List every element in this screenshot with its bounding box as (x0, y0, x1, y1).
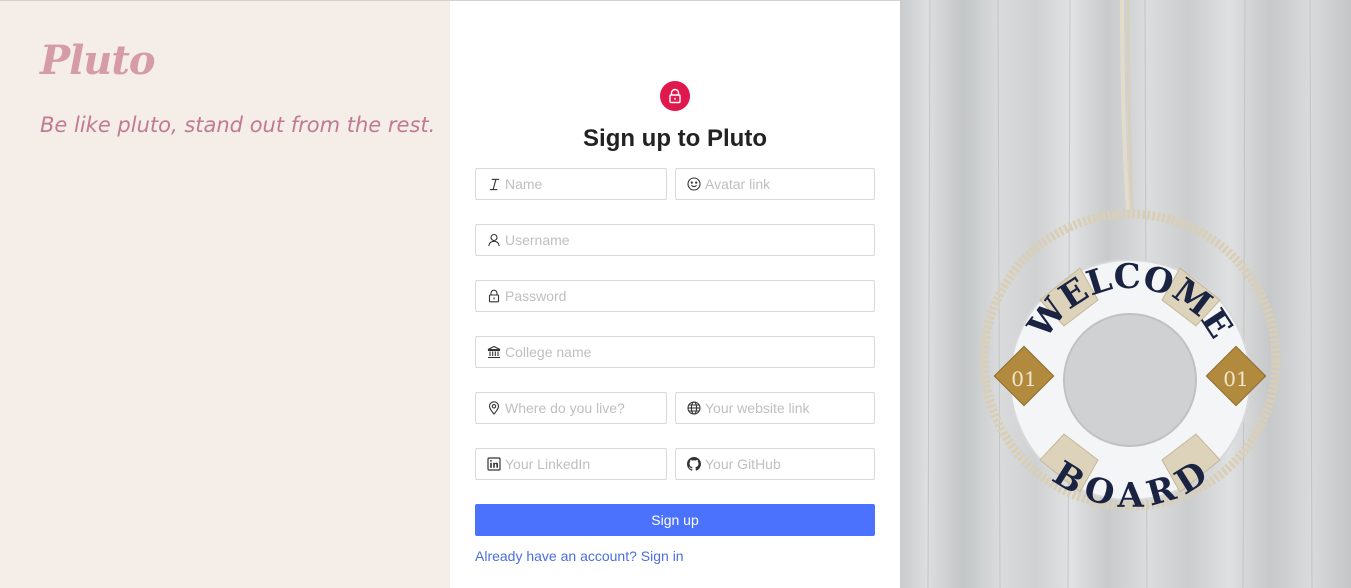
github-icon (687, 457, 701, 471)
form-title: Sign up to Pluto (583, 125, 767, 152)
bank-icon (487, 345, 501, 359)
avatar-link-field[interactable] (675, 168, 875, 200)
lock-badge-icon (660, 81, 690, 111)
website-link-input[interactable] (705, 394, 874, 422)
name-input[interactable] (505, 170, 666, 198)
password-field[interactable] (475, 280, 875, 312)
signup-button[interactable]: Sign up (475, 504, 875, 536)
password-input[interactable] (505, 282, 874, 310)
lock-icon (487, 289, 501, 303)
linkedin-field[interactable] (475, 448, 667, 480)
college-name-field[interactable] (475, 336, 875, 368)
signup-form-panel: Sign up to Pluto Name Avatar link Userna… (450, 0, 900, 588)
left-tag-text: 01 (1011, 367, 1036, 391)
signin-link[interactable]: Already have an account? Sign in (475, 548, 684, 564)
location-field[interactable] (475, 392, 667, 424)
brand-logo: Pluto (40, 37, 156, 84)
linkedin-icon (487, 457, 501, 471)
globe-icon (687, 401, 701, 415)
location-pin-icon (487, 401, 501, 415)
text-cursor-icon (487, 177, 501, 191)
brand-panel: Pluto Be like pluto, stand out from the … (0, 0, 450, 588)
smile-icon (687, 177, 701, 191)
user-icon (487, 233, 501, 247)
linkedin-input[interactable] (505, 450, 666, 478)
username-input[interactable] (505, 226, 874, 254)
website-link-field[interactable] (675, 392, 875, 424)
name-field[interactable] (475, 168, 667, 200)
github-input[interactable] (705, 450, 874, 478)
welcome-board-photo: 01 01 WELCOME BOARD (900, 0, 1351, 588)
college-name-input[interactable] (505, 338, 874, 366)
brand-tagline: Be like pluto, stand out from the rest. (40, 113, 436, 137)
github-field[interactable] (675, 448, 875, 480)
username-field[interactable] (475, 224, 875, 256)
location-input[interactable] (505, 394, 666, 422)
avatar-link-input[interactable] (705, 170, 874, 198)
right-tag-text: 01 (1223, 367, 1248, 391)
